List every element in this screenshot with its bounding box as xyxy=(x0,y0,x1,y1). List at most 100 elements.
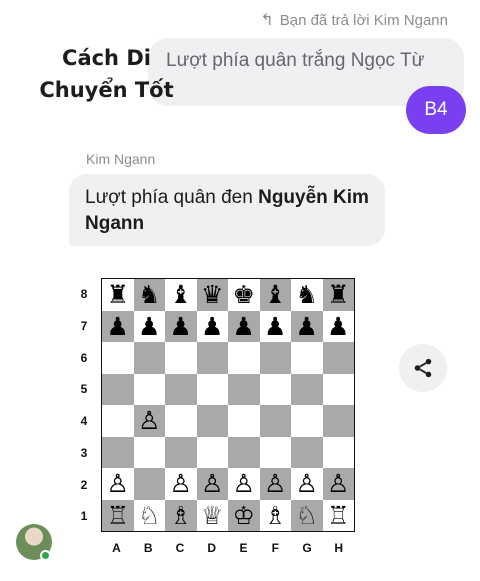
board-square-g6 xyxy=(291,342,323,374)
board-square-b7: ♟ xyxy=(133,310,165,342)
board-square-f5 xyxy=(259,373,291,405)
quoted-message-text: Lượt phía quân trắng Ngọc Từ xyxy=(166,50,425,71)
board-square-g2: ♙ xyxy=(291,468,323,500)
chess-piece: ♙ xyxy=(106,469,129,499)
chess-piece: ♟ xyxy=(169,311,192,341)
chess-piece: ♛ xyxy=(201,280,224,310)
board-square-h2: ♙ xyxy=(322,468,354,500)
chess-piece: ♖ xyxy=(327,500,350,530)
chess-piece: ♞ xyxy=(138,280,161,310)
board-square-d7: ♟ xyxy=(196,310,228,342)
board-square-f3 xyxy=(259,436,291,468)
board-square-f7: ♟ xyxy=(259,310,291,342)
chess-piece: ♝ xyxy=(169,280,192,310)
board-square-d8: ♛ xyxy=(196,279,228,311)
board-square-e5 xyxy=(228,373,260,405)
board-square-h7: ♟ xyxy=(322,310,354,342)
board-square-f6 xyxy=(259,342,291,374)
board-square-e2: ♙ xyxy=(228,468,260,500)
board-square-g3 xyxy=(291,436,323,468)
chess-piece: ♝ xyxy=(264,280,287,310)
board-square-a5 xyxy=(102,373,134,405)
board-square-b8: ♞ xyxy=(133,279,165,311)
chess-piece: ♟ xyxy=(264,311,287,341)
board-square-a7: ♟ xyxy=(102,310,134,342)
board-square-d2: ♙ xyxy=(196,468,228,500)
board-square-e4 xyxy=(228,405,260,437)
chess-piece: ♖ xyxy=(106,500,129,530)
rank-label: 1 xyxy=(80,509,88,524)
board-square-c6 xyxy=(165,342,197,374)
chess-piece: ♕ xyxy=(201,500,224,530)
file-label: H xyxy=(334,541,344,555)
rank-label: 7 xyxy=(80,318,88,333)
board-square-d6 xyxy=(196,342,228,374)
board-square-h1: ♖ xyxy=(322,499,354,531)
board-square-a6 xyxy=(102,342,134,374)
reply-note-text: Bạn đã trả lời Kim Ngann xyxy=(279,11,448,29)
chess-piece: ♞ xyxy=(295,280,318,310)
chess-piece: ♟ xyxy=(106,311,129,341)
file-label: C xyxy=(175,541,185,555)
board-square-b6 xyxy=(133,342,165,374)
chess-piece: ♘ xyxy=(138,500,161,530)
board-square-c8: ♝ xyxy=(165,279,197,311)
board-square-b3 xyxy=(133,436,165,468)
board-square-c5 xyxy=(165,373,197,405)
file-label: G xyxy=(302,541,312,555)
rank-label: 3 xyxy=(80,445,88,460)
chess-piece: ♜ xyxy=(106,280,129,310)
rank-label: 2 xyxy=(80,477,88,492)
board-square-b2 xyxy=(133,468,165,500)
incoming-message-bubble[interactable]: Lượt phía quân đen Nguyễn Kim Ngann xyxy=(69,174,385,246)
board-square-h3 xyxy=(322,436,354,468)
sender-name: Kim Ngann xyxy=(86,151,156,167)
incoming-message-text: Lượt phía quân đen xyxy=(85,187,259,208)
chess-piece: ♗ xyxy=(264,500,287,530)
chess-piece: ♙ xyxy=(201,469,224,499)
rank-label: 8 xyxy=(80,287,88,301)
reply-arrow-icon: ↰ xyxy=(260,12,274,29)
outgoing-message-bubble[interactable]: B4 xyxy=(406,86,466,134)
board-square-d1: ♕ xyxy=(196,499,228,531)
board-square-e1: ♔ xyxy=(228,499,260,531)
file-label: B xyxy=(143,541,153,555)
chess-piece: ♔ xyxy=(232,500,255,530)
file-label: E xyxy=(239,541,248,555)
file-label: A xyxy=(112,541,121,555)
file-label: F xyxy=(271,541,279,555)
board-square-b4: ♙ xyxy=(133,405,165,437)
chess-piece: ♙ xyxy=(327,469,350,499)
board-square-h8: ♜ xyxy=(322,279,354,311)
board-square-a8: ♜ xyxy=(102,279,134,311)
board-square-g5 xyxy=(291,373,323,405)
board-square-b5 xyxy=(133,373,165,405)
board-square-a4 xyxy=(102,405,134,437)
board-square-f4 xyxy=(259,405,291,437)
board-square-e8: ♚ xyxy=(228,279,260,311)
chess-piece: ♟ xyxy=(201,311,224,341)
board-square-g7: ♟ xyxy=(291,310,323,342)
board-square-h4 xyxy=(322,405,354,437)
online-status-dot xyxy=(40,550,51,561)
chess-piece: ♙ xyxy=(264,469,287,499)
chess-piece: ♙ xyxy=(169,469,192,499)
board-square-h6 xyxy=(322,342,354,374)
share-button[interactable] xyxy=(399,344,447,392)
board-square-e7: ♟ xyxy=(228,310,260,342)
board-square-c4 xyxy=(165,405,197,437)
rank-label: 6 xyxy=(80,350,88,365)
board-square-g4 xyxy=(291,405,323,437)
board-square-c3 xyxy=(165,436,197,468)
board-square-d4 xyxy=(196,405,228,437)
board-square-d5 xyxy=(196,373,228,405)
board-square-f1: ♗ xyxy=(259,499,291,531)
board-square-e3 xyxy=(228,436,260,468)
chess-piece: ♙ xyxy=(232,469,255,499)
chess-piece: ♘ xyxy=(295,500,318,530)
board-square-h5 xyxy=(322,373,354,405)
board-square-e6 xyxy=(228,342,260,374)
rank-label: 5 xyxy=(80,382,88,397)
board-square-a2: ♙ xyxy=(102,468,134,500)
board-square-d3 xyxy=(196,436,228,468)
